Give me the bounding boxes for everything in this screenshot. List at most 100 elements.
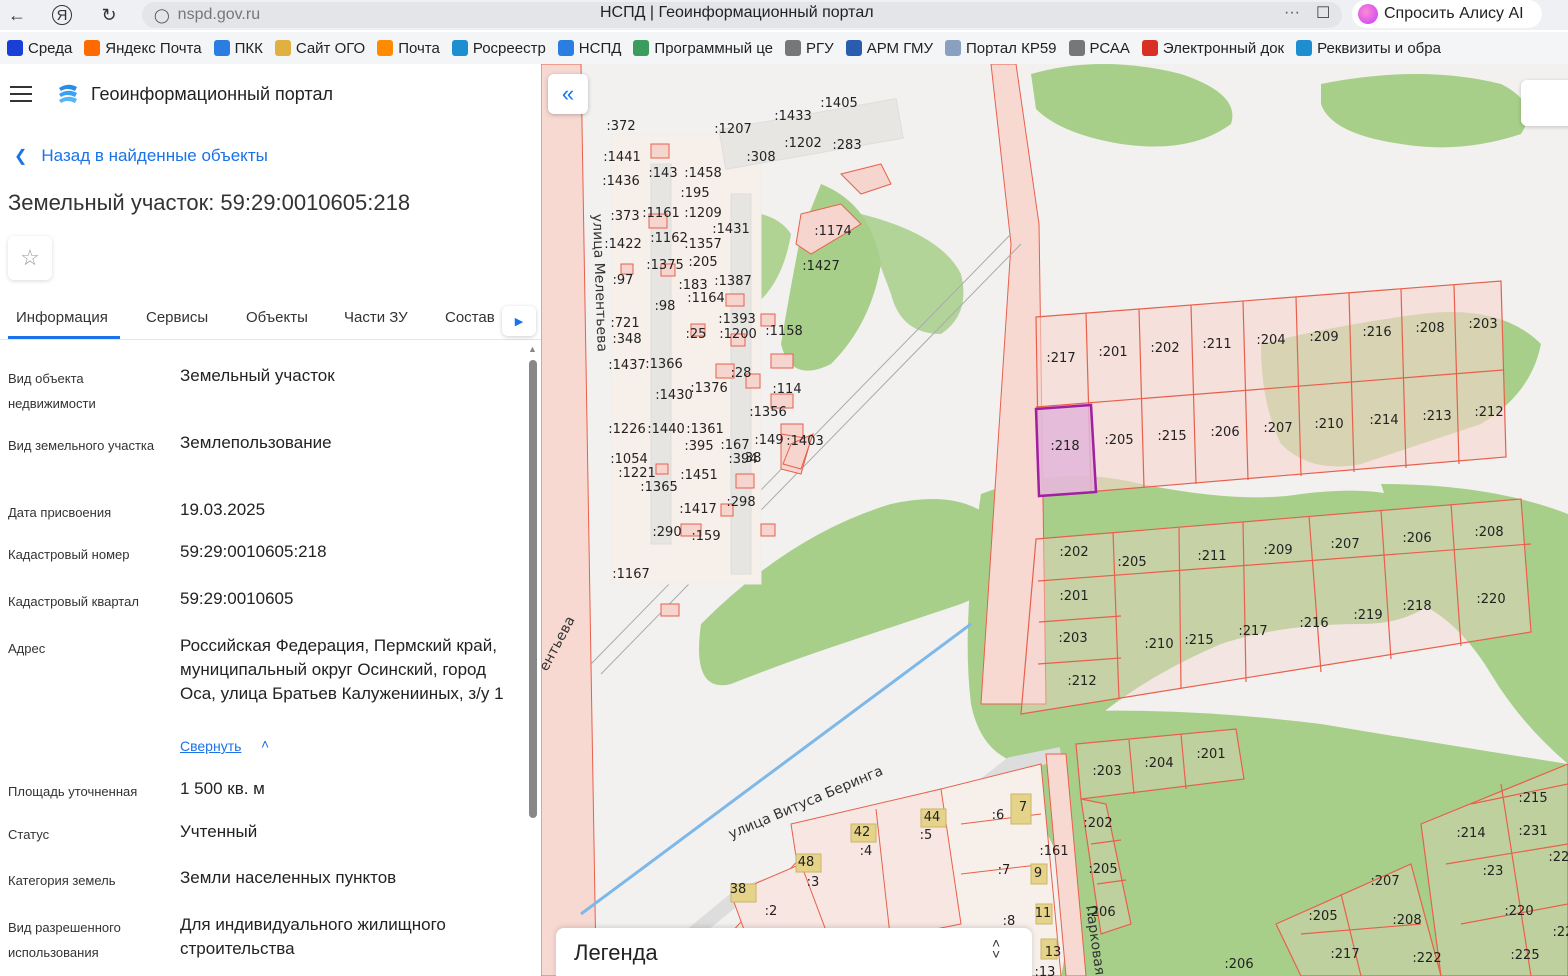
tab-parts[interactable]: Части ЗУ xyxy=(344,309,408,326)
bookmark-icon[interactable]: ☐ xyxy=(1316,3,1330,23)
parcel-label[interactable]: :1356 xyxy=(749,405,786,420)
parcel-label[interactable]: :202 xyxy=(1083,816,1112,831)
tab-objects[interactable]: Объекты xyxy=(246,309,308,326)
back-arrow-icon[interactable]: ← xyxy=(6,4,28,26)
parcel-label[interactable]: :1436 xyxy=(602,174,639,189)
parcel-label[interactable]: :2 xyxy=(765,904,778,919)
parcel-label[interactable]: :203 xyxy=(1468,317,1497,332)
parcel-label[interactable]: :208 xyxy=(1392,913,1421,928)
parcel-label[interactable]: :114 xyxy=(772,382,801,397)
parcel-label[interactable]: :1376 xyxy=(690,381,727,396)
parcel-label[interactable]: :372 xyxy=(606,119,635,134)
parcel-label[interactable]: :208 xyxy=(1474,525,1503,540)
parcel-label[interactable]: :204 xyxy=(1256,333,1285,348)
parcel-label[interactable]: :207 xyxy=(1330,537,1359,552)
parcel-label[interactable]: :215 xyxy=(1518,791,1547,806)
parcel-label[interactable]: :1054 xyxy=(610,452,647,467)
panel-scrollbar[interactable]: ▲ xyxy=(527,342,539,976)
parcel-label[interactable]: :290 xyxy=(652,525,681,540)
parcel-label[interactable]: 13 xyxy=(1045,945,1062,960)
back-to-results-link[interactable]: ❮ Назад в найденные объекты xyxy=(14,146,268,166)
parcel-label[interactable]: :97 xyxy=(613,273,634,288)
parcel-label[interactable]: :205 xyxy=(688,255,717,270)
parcel-label[interactable]: :28 xyxy=(731,366,752,381)
favorite-star-icon[interactable]: ☆ xyxy=(8,236,52,280)
parcel-label[interactable]: :214 xyxy=(1369,413,1398,428)
parcel-label[interactable]: :206 xyxy=(1210,425,1239,440)
parcel-label[interactable]: :1365 xyxy=(640,480,677,495)
parcel-label[interactable]: :212 xyxy=(1474,405,1503,420)
bookmark-item[interactable]: Портал КР59 xyxy=(945,40,1057,57)
parcel-label[interactable]: :13 xyxy=(1035,965,1056,976)
field-value[interactable]: 59:29:0010605 xyxy=(180,587,515,611)
parcel-label[interactable]: :1162 xyxy=(650,231,687,246)
parcel-label[interactable]: :1202 xyxy=(784,136,821,151)
parcel-label[interactable]: :1437 xyxy=(608,358,645,373)
parcel-label[interactable]: :206 xyxy=(1402,531,1431,546)
parcel-label[interactable]: 42 xyxy=(854,825,871,840)
tabs-scroll-right-icon[interactable]: ▶ xyxy=(502,306,536,336)
parcel-label[interactable]: :143 xyxy=(648,166,677,181)
bookmark-item[interactable]: ПКК xyxy=(213,40,263,57)
parcel-label[interactable]: :159 xyxy=(691,529,720,544)
parcel-label[interactable]: 9 xyxy=(1034,866,1042,881)
yandex-icon[interactable]: Я xyxy=(52,5,72,25)
parcel-label[interactable]: :1221 xyxy=(618,466,655,481)
parcel-label[interactable]: :220 xyxy=(1476,592,1505,607)
parcel-label[interactable]: :211 xyxy=(1197,549,1226,564)
parcel-label[interactable]: :395 xyxy=(684,439,713,454)
collapse-address-link[interactable]: Свернуть xyxy=(180,738,241,754)
parcel-label[interactable]: :348 xyxy=(612,332,641,347)
bookmark-item[interactable]: Сайт ОГО xyxy=(274,40,365,57)
parcel-label[interactable]: :1431 xyxy=(712,222,749,237)
parcel-label[interactable]: :1405 xyxy=(820,96,857,111)
parcel-label[interactable]: 44 xyxy=(924,810,941,825)
parcel-label[interactable]: :217 xyxy=(1046,351,1075,366)
parcel-label[interactable]: :203 xyxy=(1058,631,1087,646)
parcel-label[interactable]: :205 xyxy=(1088,862,1117,877)
bookmark-item[interactable]: Программный це xyxy=(633,40,773,57)
parcel-label[interactable]: :201 xyxy=(1196,747,1225,762)
parcel-label[interactable]: :216 xyxy=(1362,325,1391,340)
parcel-label[interactable]: :217 xyxy=(1238,624,1267,639)
parcel-label[interactable]: :213 xyxy=(1422,409,1451,424)
parcel-label[interactable]: :5 xyxy=(920,828,933,843)
parcel-label[interactable]: :1393 xyxy=(718,312,755,327)
parcel-label[interactable]: :204 xyxy=(1144,756,1173,771)
parcel-label[interactable]: :215 xyxy=(1184,633,1213,648)
parcel-label[interactable]: :209 xyxy=(1263,543,1292,558)
more-icon[interactable]: ··· xyxy=(1284,4,1300,22)
parcel-label[interactable]: :1440 xyxy=(647,422,684,437)
parcel-label[interactable]: :1207 xyxy=(714,122,751,137)
parcel-label[interactable]: :206 xyxy=(1224,957,1253,972)
parcel-label[interactable]: :1430 xyxy=(655,388,692,403)
scroll-up-icon[interactable]: ▲ xyxy=(528,344,537,354)
parcel-label[interactable]: :207 xyxy=(1263,421,1292,436)
parcel-label[interactable]: :202 xyxy=(1150,341,1179,356)
parcel-label[interactable]: :214 xyxy=(1456,826,1485,841)
parcel-label[interactable]: :1161 xyxy=(642,206,679,221)
tab-composition[interactable]: Состав xyxy=(445,309,495,326)
parcel-label[interactable]: :98 xyxy=(655,299,676,314)
parcel-label[interactable]: :298 xyxy=(726,495,755,510)
parcel-label[interactable]: :210 xyxy=(1314,417,1343,432)
parcel-label[interactable]: :206 xyxy=(1086,905,1115,920)
collapse-panel-icon[interactable]: « xyxy=(548,74,588,114)
bookmark-item[interactable]: НСПД xyxy=(557,40,621,57)
parcel-label[interactable]: :1357 xyxy=(684,237,721,252)
parcel-label[interactable]: :1226 xyxy=(608,422,645,437)
parcel-label[interactable]: :205 xyxy=(1308,909,1337,924)
map-canvas[interactable]: улица Мелентьева улица Витуса Беринга Па… xyxy=(541,64,1568,976)
bookmark-item[interactable]: Среда xyxy=(7,40,72,57)
parcel-label[interactable]: 48 xyxy=(798,855,815,870)
parcel-label[interactable]: :1167 xyxy=(612,567,649,582)
parcel-label[interactable]: 11 xyxy=(1035,906,1052,921)
parcel-label[interactable]: :222 xyxy=(1412,951,1441,966)
parcel-label[interactable]: :216 xyxy=(1299,616,1328,631)
parcel-label[interactable]: :218 xyxy=(1050,439,1079,454)
alice-button[interactable]: Спросить Алису AI xyxy=(1352,0,1542,28)
parcel-label[interactable]: :1451 xyxy=(680,468,717,483)
parcel-label[interactable]: :195 xyxy=(680,186,709,201)
parcel-label[interactable]: :25 xyxy=(686,327,707,342)
parcel-label[interactable]: :1209 xyxy=(684,206,721,221)
